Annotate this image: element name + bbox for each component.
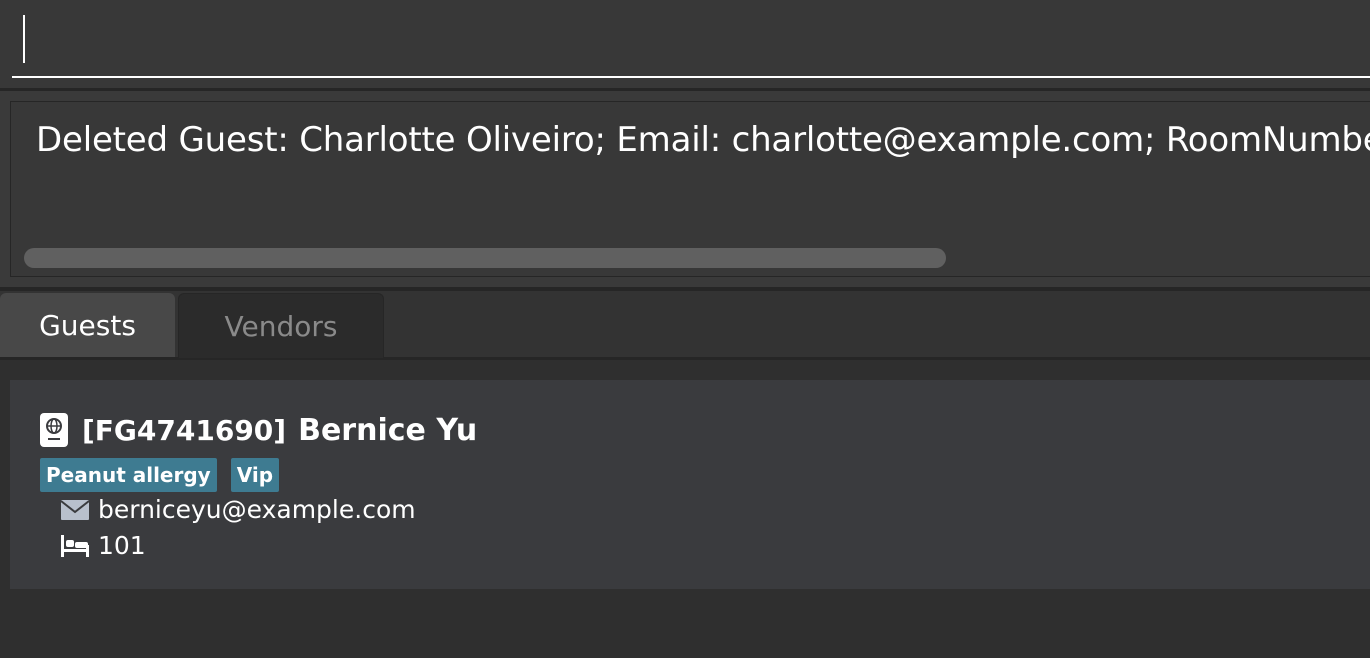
passport-icon [40,413,68,447]
guest-room-row: 101 [60,531,146,560]
text-caret [23,15,25,63]
horizontal-scrollbar[interactable] [24,248,946,268]
guest-name: Bernice Yu [298,412,478,448]
guest-email: berniceyu@example.com [98,495,416,524]
tag-list: Peanut allergy Vip [40,458,293,492]
tab-guests-label: Guests [39,308,136,342]
bed-icon [60,533,90,559]
tab-vendors[interactable]: Vendors [178,293,384,358]
tab-bar: Guests Vendors [0,291,1370,360]
result-display-panel: Deleted Guest: Charlotte Oliveiro; Email… [0,91,1370,287]
command-box [0,0,1370,88]
app-window: Deleted Guest: Charlotte Oliveiro; Email… [0,0,1370,658]
guest-list: [FG4741690] Bernice Yu Peanut allergy Vi… [0,360,1370,658]
tab-vendors-label: Vendors [224,309,338,343]
tag-badge: Vip [230,458,280,492]
guest-room: 101 [98,531,146,560]
tab-guests[interactable]: Guests [0,293,175,357]
result-display: Deleted Guest: Charlotte Oliveiro; Email… [10,101,1370,277]
command-input[interactable] [12,0,1370,78]
guest-email-row: berniceyu@example.com [60,495,416,524]
tag-badge: Peanut allergy [40,458,217,492]
envelope-icon [60,497,90,523]
guest-card-header: [FG4741690] Bernice Yu [40,410,477,450]
guest-id: [FG4741690] [82,413,287,447]
guest-card[interactable]: [FG4741690] Bernice Yu Peanut allergy Vi… [10,380,1370,589]
result-message: Deleted Guest: Charlotte Oliveiro; Email… [36,120,1370,160]
